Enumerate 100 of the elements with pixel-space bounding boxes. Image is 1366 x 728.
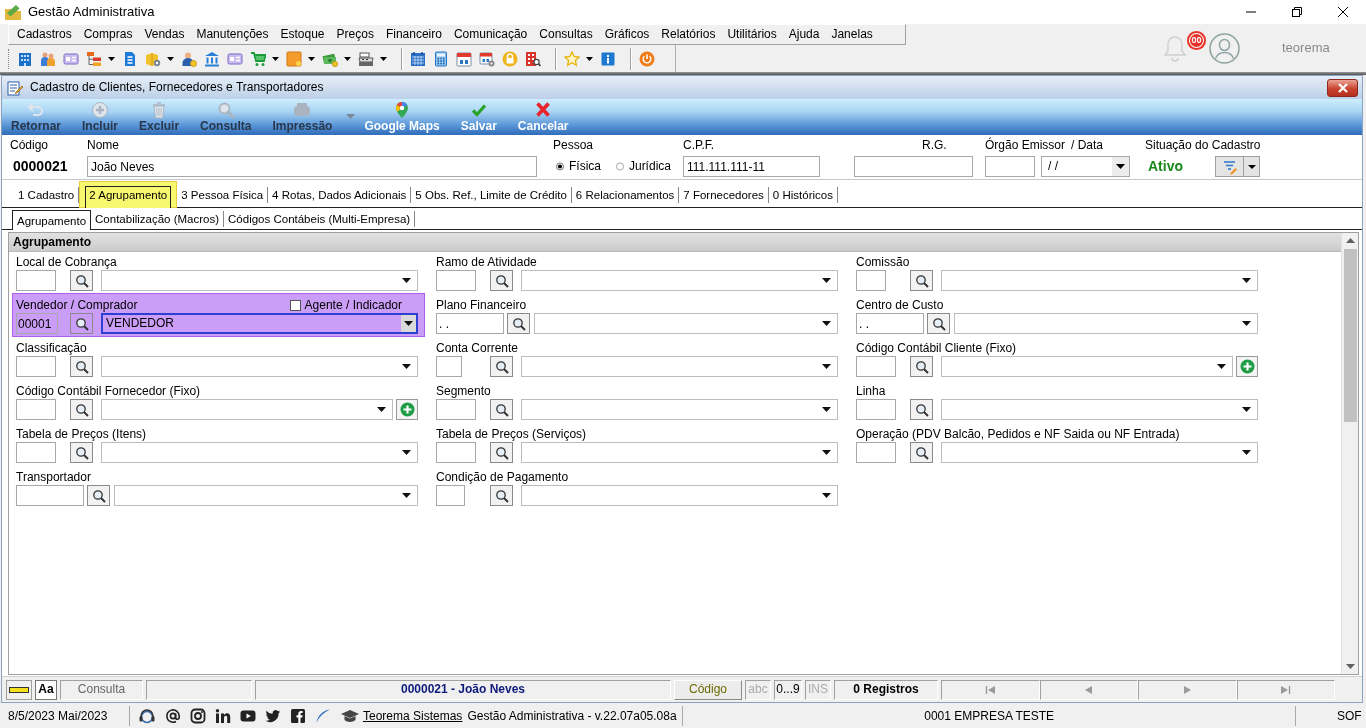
- caret-icon[interactable]: [822, 278, 831, 283]
- code-field[interactable]: [856, 442, 896, 463]
- star-icon[interactable]: [564, 50, 580, 67]
- search-button[interactable]: [70, 399, 93, 420]
- code-field[interactable]: [856, 270, 886, 291]
- people-icon[interactable]: [40, 50, 56, 67]
- dropdown-field[interactable]: [941, 399, 1258, 420]
- search-button[interactable]: [70, 356, 93, 377]
- checkbox-label[interactable]: Agente / Indicador: [304, 297, 402, 313]
- dropdown-field[interactable]: VENDEDOR: [101, 313, 418, 334]
- code-field[interactable]: [436, 442, 476, 463]
- dropdown-field[interactable]: [521, 356, 838, 377]
- code-field[interactable]: [16, 442, 56, 463]
- menu-item[interactable]: Janelas: [826, 27, 878, 42]
- dropdown-field[interactable]: [521, 270, 838, 291]
- code-field[interactable]: [16, 270, 56, 291]
- font-button[interactable]: Aa: [35, 679, 57, 700]
- calendar-icon[interactable]: [456, 50, 472, 67]
- cpf-field[interactable]: 111.111.111-11: [683, 156, 820, 177]
- dropdown-field[interactable]: [521, 485, 838, 506]
- document-icon[interactable]: [122, 50, 138, 67]
- close-button[interactable]: [1327, 78, 1358, 97]
- search-button[interactable]: [490, 485, 513, 506]
- search-button[interactable]: [70, 442, 93, 463]
- tab[interactable]: 0 Históricos: [768, 187, 838, 203]
- search-button[interactable]: [70, 270, 93, 291]
- menu-item[interactable]: Vendas: [139, 27, 190, 42]
- caret-icon[interactable]: [1242, 407, 1251, 412]
- dropdown-field[interactable]: [101, 270, 418, 291]
- menu-item[interactable]: Comunicação: [448, 27, 533, 42]
- previous-button[interactable]: [1039, 679, 1138, 700]
- issuer-field[interactable]: [985, 156, 1035, 177]
- caret-icon[interactable]: [822, 407, 831, 412]
- search-button[interactable]: [87, 485, 110, 506]
- box-gear-icon[interactable]: [145, 50, 161, 67]
- dropdown-field[interactable]: [101, 442, 418, 463]
- calendar-gear-icon[interactable]: [479, 50, 495, 67]
- dropdown-field[interactable]: [101, 356, 418, 377]
- caret-icon[interactable]: [377, 407, 386, 412]
- building-icon[interactable]: [17, 50, 33, 67]
- field-button[interactable]: Código: [674, 679, 742, 700]
- cash-register-icon[interactable]: [358, 50, 374, 67]
- menu-item[interactable]: Manutenções: [191, 27, 274, 42]
- tab[interactable]: 6 Relacionamentos: [571, 187, 680, 203]
- search-button[interactable]: [490, 442, 513, 463]
- camera-icon[interactable]: [190, 708, 206, 724]
- id-card-icon[interactable]: [63, 50, 79, 67]
- menu-item[interactable]: Estoque: [275, 27, 330, 42]
- caret-icon[interactable]: [167, 56, 174, 61]
- rg-field[interactable]: [854, 156, 973, 177]
- caret-icon[interactable]: [308, 56, 315, 61]
- last-button[interactable]: [1236, 679, 1335, 700]
- radio-label[interactable]: Jurídica: [628, 159, 671, 174]
- code-field[interactable]: [16, 356, 56, 377]
- scrollbar[interactable]: [1341, 233, 1358, 674]
- next-button[interactable]: [1138, 679, 1237, 700]
- caret-icon[interactable]: [402, 364, 411, 369]
- in-logo-icon[interactable]: [215, 708, 231, 724]
- caret-icon[interactable]: [344, 56, 351, 61]
- search-button[interactable]: [70, 313, 93, 334]
- bird-icon[interactable]: [265, 708, 281, 724]
- graduation-cap-icon[interactable]: [340, 708, 360, 724]
- caret-icon[interactable]: [586, 56, 593, 61]
- swoosh-icon[interactable]: [315, 708, 331, 724]
- search-button[interactable]: [927, 313, 950, 334]
- tab[interactable]: 4 Rotas, Dados Adicionais: [268, 187, 412, 203]
- code-field[interactable]: [436, 485, 465, 506]
- dropdown-field[interactable]: [114, 485, 418, 506]
- play-icon[interactable]: [240, 708, 256, 724]
- headset-icon[interactable]: [138, 708, 156, 724]
- calculator-icon[interactable]: [433, 50, 449, 67]
- code-field[interactable]: [436, 399, 476, 420]
- search-button[interactable]: [507, 313, 530, 334]
- tab[interactable]: 3 Pessoa Física: [177, 187, 269, 203]
- subtab[interactable]: Códigos Contábeis (Multi-Empresa): [224, 211, 416, 227]
- building-search-icon[interactable]: [525, 50, 541, 67]
- radio-label[interactable]: Física: [568, 159, 601, 174]
- caret-icon[interactable]: [1242, 321, 1251, 326]
- search-button[interactable]: [910, 399, 933, 420]
- dropdown-button[interactable]: [1244, 156, 1260, 177]
- menu-item[interactable]: Gráficos: [599, 27, 655, 42]
- arrow-up-icon[interactable]: [1345, 238, 1355, 243]
- menu-item[interactable]: Utilitários: [722, 27, 782, 42]
- f-logo-icon[interactable]: [290, 708, 306, 724]
- subtab[interactable]: Contabilização (Macros): [91, 211, 225, 227]
- highlight-button[interactable]: [6, 679, 32, 700]
- name-field[interactable]: João Neves: [87, 156, 537, 177]
- dropdown-field[interactable]: [941, 442, 1258, 463]
- code-field[interactable]: 00001: [16, 313, 58, 334]
- dropdown-field[interactable]: [534, 313, 838, 334]
- caret-icon[interactable]: [402, 278, 411, 283]
- caret-icon[interactable]: [822, 493, 831, 498]
- footer-link[interactable]: Teorema Sistemas: [363, 708, 463, 724]
- code-field[interactable]: [436, 356, 462, 377]
- menu-item[interactable]: Compras: [78, 27, 138, 42]
- code-field[interactable]: . .: [856, 313, 924, 334]
- search-button[interactable]: [910, 442, 933, 463]
- caret-icon[interactable]: [1242, 450, 1251, 455]
- tab[interactable]: 2 Agrupamento: [79, 181, 178, 208]
- org-chart-icon[interactable]: [86, 50, 102, 67]
